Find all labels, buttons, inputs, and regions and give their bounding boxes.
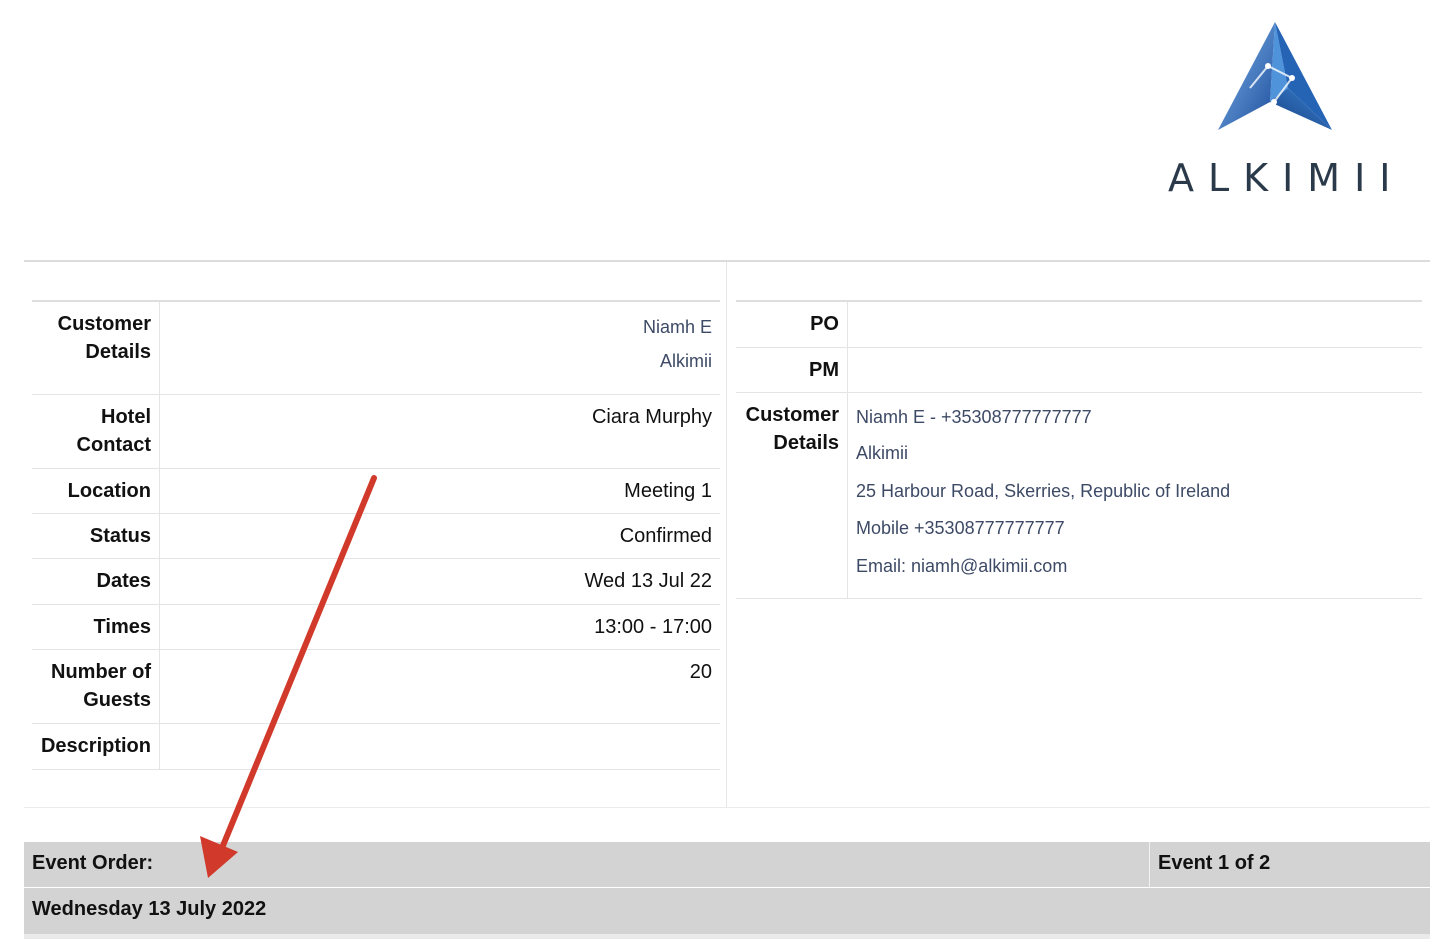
event-order-label: Event Order:: [24, 842, 1150, 887]
value-times: 13:00 - 17:00: [594, 616, 712, 638]
event-details-table: Customer Details Niamh E Alkimii Hotel C…: [32, 300, 720, 770]
value-number-of-guests: 20: [689, 661, 712, 683]
customer-company: Alkimii: [660, 351, 712, 371]
column-divider: [726, 262, 727, 808]
contact-company: Alkimii: [856, 443, 908, 463]
row-customer-details: Customer Details Niamh E Alkimii: [32, 302, 720, 395]
row-number-of-guests: Number of Guests 20: [32, 650, 720, 724]
bottom-divider: [24, 807, 1430, 808]
label-number-of-guests: Number of Guests: [32, 650, 160, 723]
row-dates: Dates Wed 13 Jul 22: [32, 559, 720, 605]
value-pm: [848, 348, 1422, 392]
value-customer-contact: Niamh E - +35308777777777 Alkimii 25 Har…: [848, 393, 1422, 598]
logo-wordmark: ALKIMII: [1168, 156, 1405, 200]
value-customer-details: Niamh E Alkimii: [160, 302, 720, 394]
top-divider: [24, 260, 1430, 262]
value-status: Confirmed: [619, 525, 712, 547]
label-pm: PM: [736, 348, 848, 392]
row-location: Location Meeting 1: [32, 469, 720, 514]
value-po: [848, 302, 1422, 347]
label-status: Status: [32, 514, 160, 558]
row-times: Times 13:00 - 17:00: [32, 605, 720, 650]
label-po: PO: [736, 302, 848, 347]
label-description: Description: [32, 724, 160, 769]
event-counter: Event 1 of 2: [1158, 852, 1271, 874]
row-po: PO: [736, 302, 1422, 348]
event-order-bar: Event Order: Event 1 of 2: [24, 842, 1430, 887]
label-times: Times: [32, 605, 160, 649]
event-date-heading: Wednesday 13 July 2022: [24, 888, 1430, 934]
row-status: Status Confirmed: [32, 514, 720, 559]
label-customer-contact: Customer Details: [736, 393, 848, 598]
contact-email: Email: niamh@alkimii.com: [856, 555, 1068, 576]
label-customer-details: Customer Details: [32, 302, 160, 394]
alkimii-logo: ALKIMII: [1160, 18, 1400, 200]
next-row-strip: [24, 934, 1430, 939]
customer-name: Niamh E: [642, 317, 712, 337]
client-details-table: PO PM Customer Details Niamh E - +353087…: [736, 300, 1422, 599]
label-location: Location: [32, 469, 160, 513]
contact-name-phone: Niamh E - +35308777777777: [856, 407, 1092, 427]
value-location: Meeting 1: [624, 480, 712, 502]
value-dates: Wed 13 Jul 22: [584, 570, 713, 592]
label-hotel-contact: Hotel Contact: [32, 395, 160, 468]
value-hotel-contact: Ciara Murphy: [591, 406, 712, 428]
value-description: [160, 724, 720, 769]
contact-address: 25 Harbour Road, Skerries, Republic of I…: [856, 480, 1231, 501]
row-pm: PM: [736, 348, 1422, 393]
pyramid-logo-icon: [1218, 22, 1332, 130]
row-hotel-contact: Hotel Contact Ciara Murphy: [32, 395, 720, 469]
row-description: Description: [32, 724, 720, 770]
label-dates: Dates: [32, 559, 160, 604]
row-customer-contact: Customer Details Niamh E - +353087777777…: [736, 393, 1422, 599]
contact-mobile: Mobile +35308777777777: [856, 518, 1065, 538]
